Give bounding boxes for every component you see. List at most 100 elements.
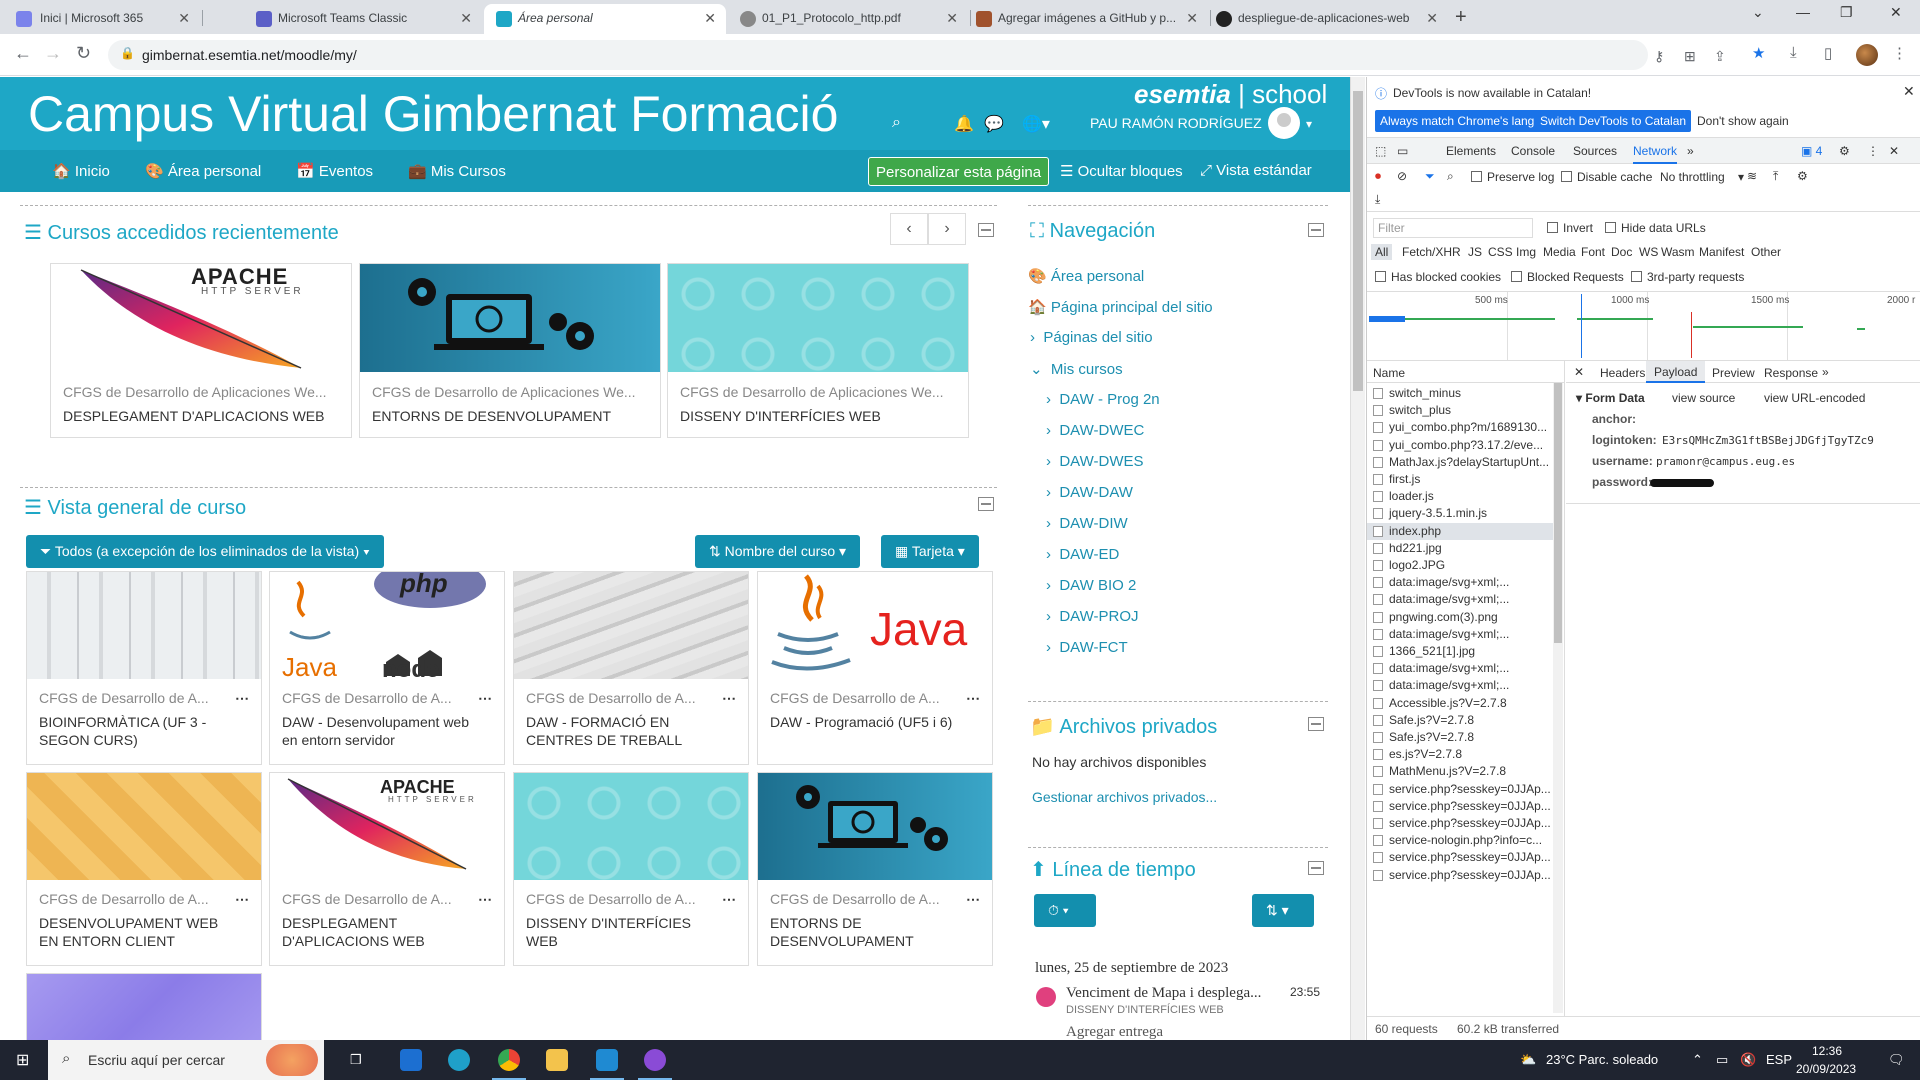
request-row[interactable]: data:image/svg+xml;... xyxy=(1367,591,1553,608)
preserve-log-checkbox[interactable]: Preserve log xyxy=(1471,170,1554,184)
restore-icon[interactable]: ❐ xyxy=(1840,4,1853,21)
download-icon[interactable]: ⤓ xyxy=(1790,44,1797,61)
lock-icon[interactable]: 🔒 xyxy=(120,46,135,60)
browser-tab-github-repo[interactable]: despliegue-de-aplicaciones-web ✕ xyxy=(1212,4,1448,34)
record-icon[interactable]: ⏺ xyxy=(1375,169,1381,184)
request-list-scrollbar[interactable] xyxy=(1553,383,1563,1013)
recent-course-card[interactable]: CFGS de Desarrollo de Aplicaciones We...… xyxy=(667,263,969,438)
blocked-requests-checkbox[interactable]: Blocked Requests xyxy=(1511,270,1624,284)
course-menu-icon[interactable]: ⋯ xyxy=(235,891,249,908)
key-icon[interactable]: ⚷ xyxy=(1654,48,1664,65)
browser-tab-microsoft365[interactable]: Inici | Microsoft 365 ✕ xyxy=(0,4,200,34)
filter-other[interactable]: Other xyxy=(1751,245,1781,259)
nav-tree-course[interactable]: › DAW BIO 2 xyxy=(1046,577,1136,594)
course-name[interactable]: DESPLEGAMENT D'APLICACIONS WEB xyxy=(63,407,343,425)
request-row[interactable]: yui_combo.php?m/1689130... xyxy=(1367,419,1553,436)
nav-inicio[interactable]: 🏠 Inicio xyxy=(52,162,110,180)
nav-eventos[interactable]: 📅 Eventos xyxy=(296,162,373,180)
edge-app-icon[interactable] xyxy=(448,1049,470,1071)
page-scrollbar[interactable] xyxy=(1350,77,1365,1040)
request-row[interactable]: service.php?sesskey=0JJAp... xyxy=(1367,798,1553,815)
view-dropdown[interactable]: ▦ Tarjeta ▾ xyxy=(881,535,979,568)
filter-dropdown[interactable]: ⏷ Todos (a excepción de los eliminados d… xyxy=(26,535,384,568)
course-name[interactable]: DAW - Programació (UF5 i 6) xyxy=(770,713,970,731)
course-name[interactable]: DAW - Desenvolupament web en entorn serv… xyxy=(282,713,482,749)
filter-icon[interactable]: ⏷ xyxy=(1425,169,1435,184)
nav-tree-course[interactable]: › DAW-ED xyxy=(1046,546,1119,563)
nav-tree-course[interactable]: › DAW-PROJ xyxy=(1046,608,1139,625)
nav-tree-course[interactable]: › DAW-DWEC xyxy=(1046,422,1144,439)
nav-tree-course[interactable]: › DAW - Prog 2n xyxy=(1046,391,1160,408)
course-menu-icon[interactable]: ⋯ xyxy=(478,690,492,707)
nav-tree-course[interactable]: › DAW-DIW xyxy=(1046,515,1128,532)
notification-center-icon[interactable]: 🗨 xyxy=(1888,1052,1905,1068)
course-name[interactable]: ENTORNS DE DESENVOLUPAMENT xyxy=(372,407,652,425)
course-card[interactable]: CFGS de Desarrollo de A... ⋯ DISSENY D'I… xyxy=(513,772,749,966)
request-row[interactable]: Safe.js?V=2.7.8 xyxy=(1367,712,1553,729)
close-tab-icon[interactable]: ✕ xyxy=(704,4,716,32)
request-row[interactable]: loader.js xyxy=(1367,488,1553,505)
network-icon[interactable]: ▭ xyxy=(1716,1052,1728,1068)
filter-wasm[interactable]: Wasm xyxy=(1661,245,1695,259)
course-card[interactable]: CFGS de Desarrollo de A... ⋯ BIOINFORMÀT… xyxy=(26,571,262,765)
request-row[interactable]: switch_minus xyxy=(1367,385,1553,402)
request-row[interactable]: pngwing.com(3).png xyxy=(1367,609,1553,626)
close-tab-icon[interactable]: ✕ xyxy=(1426,4,1438,32)
nav-tree-course[interactable]: › DAW-DAW xyxy=(1046,484,1133,501)
request-row[interactable]: yui_combo.php?3.17.2/eve... xyxy=(1367,437,1553,454)
collapse-block-icon[interactable] xyxy=(978,223,994,237)
search-icon[interactable]: ⌕ xyxy=(892,114,901,132)
search-icon[interactable]: ⌕ xyxy=(1447,169,1454,184)
more-detail-tabs-icon[interactable]: » xyxy=(1822,365,1829,379)
more-tabs-icon[interactable]: » xyxy=(1687,144,1694,158)
site-title[interactable]: Campus Virtual Gimbernat Formació xyxy=(28,85,838,143)
request-row[interactable]: data:image/svg+xml;... xyxy=(1367,626,1553,643)
name-column-header[interactable]: Name xyxy=(1373,366,1405,380)
weather-icon[interactable]: ⛅ xyxy=(1520,1052,1536,1068)
browser-tab-area-personal[interactable]: Área personal ✕ xyxy=(484,4,726,34)
tab-payload[interactable]: Payload xyxy=(1646,361,1706,383)
inspect-icon[interactable]: ⬚ xyxy=(1375,144,1386,158)
user-avatar[interactable] xyxy=(1268,107,1300,139)
tab-search-icon[interactable]: ⌄ xyxy=(1752,4,1764,21)
course-card[interactable]: php Java node CFGS de Desarrollo de A...… xyxy=(269,571,505,765)
close-tab-icon[interactable]: ✕ xyxy=(460,4,472,32)
clock-date[interactable]: 20/09/2023 xyxy=(1796,1062,1856,1076)
close-tab-icon[interactable]: ✕ xyxy=(946,4,958,32)
timeline-sort-dropdown[interactable]: ⇅ ▾ xyxy=(1252,894,1314,927)
course-menu-icon[interactable]: ⋯ xyxy=(478,891,492,908)
collapse-block-icon[interactable] xyxy=(1308,223,1324,237)
close-window-icon[interactable]: ✕ xyxy=(1890,4,1902,21)
collapse-block-icon[interactable] xyxy=(978,497,994,511)
filter-ws[interactable]: WS xyxy=(1639,245,1658,259)
close-devtools-icon[interactable]: ✕ xyxy=(1889,144,1899,158)
import-har-icon[interactable]: ⤒ xyxy=(1773,169,1778,184)
close-tab-icon[interactable]: ✕ xyxy=(1186,4,1198,32)
request-row[interactable]: jquery-3.5.1.min.js xyxy=(1367,505,1553,522)
timeline-event-action[interactable]: Agregar entrega xyxy=(1066,1024,1163,1040)
user-name[interactable]: PAU RAMÓN RODRÍGUEZ xyxy=(1090,115,1262,131)
course-name[interactable]: DISSENY D'INTERFÍCIES WEB xyxy=(526,914,726,950)
sidepanel-icon[interactable]: ▯ xyxy=(1824,44,1832,62)
course-menu-icon[interactable]: ⋯ xyxy=(966,891,980,908)
nav-tree-area-personal[interactable]: 🎨 Área personal xyxy=(1028,267,1144,285)
customize-page-button[interactable]: Personalizar esta página xyxy=(868,157,1050,186)
browser-tab-pdf[interactable]: 01_P1_Protocolo_http.pdf ✕ xyxy=(728,4,968,34)
course-menu-icon[interactable]: ⋯ xyxy=(966,690,980,707)
course-card[interactable]: CFGS de Desarrollo de A... ⋯ ENTORNS DE … xyxy=(757,772,993,966)
course-card[interactable]: APACHE HTTP SERVER CFGS de Desarrollo de… xyxy=(269,772,505,966)
course-card[interactable]: CFGS de Desarrollo de A... ⋯ DAW - FORMA… xyxy=(513,571,749,765)
nav-tree-my-courses[interactable]: ⌄ Mis cursos xyxy=(1030,360,1123,378)
request-row[interactable]: service.php?sesskey=0JJAp... xyxy=(1367,867,1553,884)
page-scrollbar-thumb[interactable] xyxy=(1353,91,1363,391)
mail-app-icon[interactable] xyxy=(400,1049,422,1071)
request-row[interactable]: MathMenu.js?V=2.7.8 xyxy=(1367,763,1553,780)
manage-files-link[interactable]: Gestionar archivos privados... xyxy=(1032,789,1217,805)
course-menu-icon[interactable]: ⋯ xyxy=(722,891,736,908)
task-view-icon[interactable]: ❒ xyxy=(350,1052,362,1068)
tab-network[interactable]: Network xyxy=(1633,144,1678,164)
filter-fetch[interactable]: Fetch/XHR xyxy=(1402,245,1461,259)
timeline-event-title[interactable]: Venciment de Mapa i desplega... xyxy=(1066,985,1261,1002)
view-source-link[interactable]: view source xyxy=(1672,391,1735,405)
collapse-block-icon[interactable] xyxy=(1308,717,1324,731)
